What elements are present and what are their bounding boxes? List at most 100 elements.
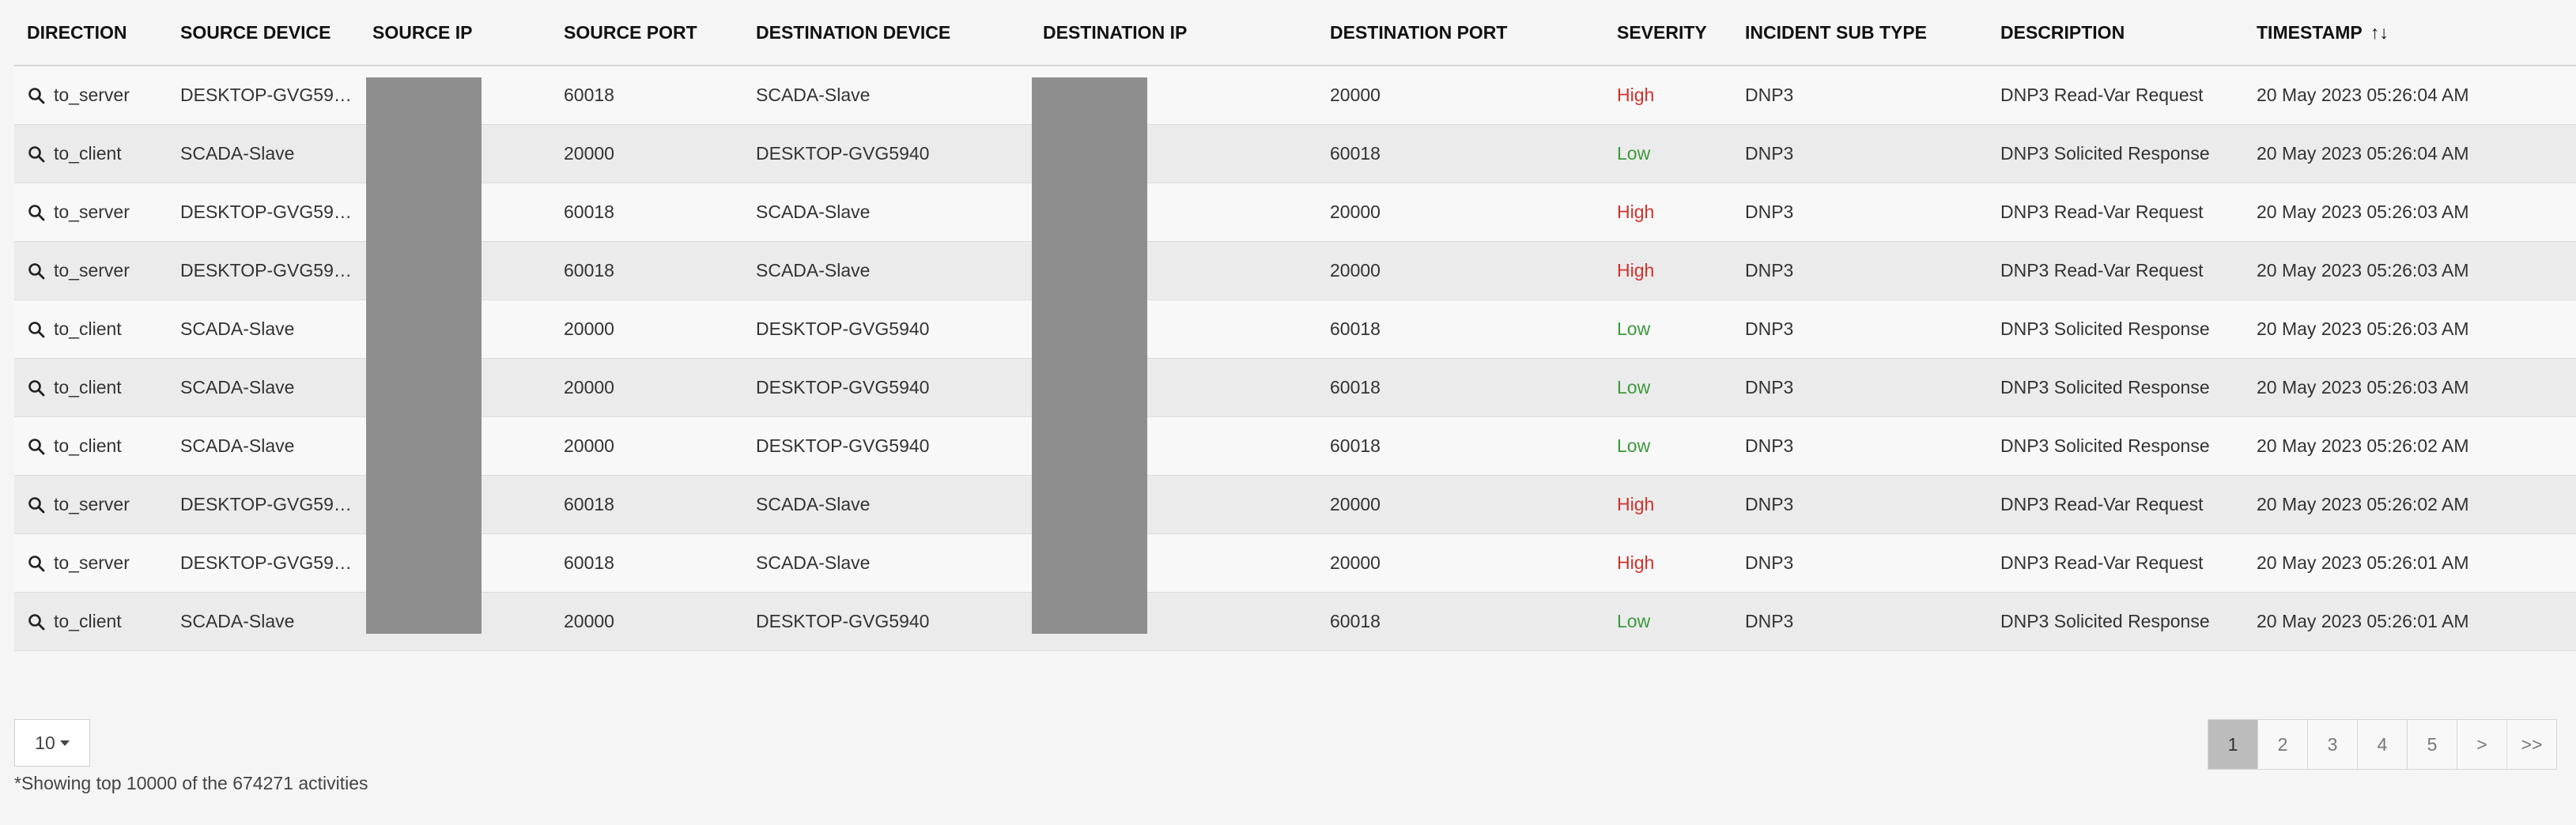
col-header-destination-port[interactable]: DESTINATION PORT [1317,0,1604,66]
cell-timestamp: 20 May 2023 05:26:03 AM [2244,241,2576,300]
cell-source-port: 60018 [551,241,743,300]
direction-label: to_server [54,260,130,281]
page-size-select[interactable]: 10 [14,719,90,767]
cell-incident-sub-type: DNP3 [1732,66,1988,125]
col-header-source-device[interactable]: SOURCE DEVICE [168,0,360,66]
cell-destination-port: 60018 [1317,592,1604,651]
cell-severity: Low [1604,358,1732,417]
cell-incident-sub-type: DNP3 [1732,475,1988,534]
cell-severity: Low [1604,299,1732,359]
search-icon[interactable] [27,145,46,164]
search-icon[interactable] [27,379,46,397]
col-header-timestamp[interactable]: TIMESTAMP ↑↓ [2244,0,2576,66]
cell-timestamp: 20 May 2023 05:26:02 AM [2244,475,2576,534]
search-icon[interactable] [27,203,46,222]
direction-label: to_client [54,377,122,397]
col-header-source-ip[interactable]: SOURCE IP [360,0,551,66]
pagination: 1 2 3 4 5 > >> [2208,719,2557,770]
search-icon[interactable] [27,86,46,105]
cell-source-port: 20000 [551,592,743,651]
search-icon[interactable] [27,554,46,573]
cell-timestamp: 20 May 2023 05:26:01 AM [2244,533,2576,593]
table-header-row: DIRECTION SOURCE DEVICE SOURCE IP SOURCE… [14,0,2576,66]
search-icon[interactable] [27,262,46,281]
col-header-destination-device[interactable]: DESTINATION DEVICE [743,0,1030,66]
cell-direction: to_client [14,416,168,476]
cell-source-device: DESKTOP-GVG59… [168,183,360,242]
cell-incident-sub-type: DNP3 [1732,592,1988,651]
cell-destination-port: 60018 [1317,124,1604,183]
cell-source-device: SCADA-Slave [168,416,360,476]
cell-timestamp: 20 May 2023 05:26:04 AM [2244,124,2576,183]
cell-destination-device: DESKTOP-GVG5940 [743,299,1030,359]
caret-down-icon [59,740,70,746]
search-icon[interactable] [27,495,46,514]
cell-source-port: 60018 [551,475,743,534]
direction-label: to_client [54,611,122,631]
cell-source-device: DESKTOP-GVG59… [168,66,360,125]
page-button-3[interactable]: 3 [2307,719,2358,770]
direction-label: to_server [54,202,130,222]
col-header-description[interactable]: DESCRIPTION [1988,0,2244,66]
page-button-5[interactable]: 5 [2407,719,2457,770]
col-header-destination-ip[interactable]: DESTINATION IP [1030,0,1317,66]
cell-source-port: 60018 [551,66,743,125]
cell-source-port: 20000 [551,416,743,476]
col-header-direction[interactable]: DIRECTION [14,0,168,66]
cell-source-device: SCADA-Slave [168,124,360,183]
cell-direction: to_client [14,592,168,651]
cell-timestamp: 20 May 2023 05:26:01 AM [2244,592,2576,651]
direction-label: to_server [54,552,130,573]
search-icon[interactable] [27,320,46,339]
cell-destination-port: 60018 [1317,416,1604,476]
col-header-source-port[interactable]: SOURCE PORT [551,0,743,66]
page-button-4[interactable]: 4 [2357,719,2408,770]
timestamp-header-label: TIMESTAMP [2257,21,2363,43]
cell-severity: Low [1604,592,1732,651]
cell-direction: to_client [14,299,168,359]
page-button-1[interactable]: 1 [2208,719,2258,770]
cell-timestamp: 20 May 2023 05:26:03 AM [2244,183,2576,242]
cell-severity: Low [1604,416,1732,476]
cell-destination-port: 20000 [1317,475,1604,534]
page-button-2[interactable]: 2 [2257,719,2308,770]
search-icon[interactable] [27,612,46,631]
direction-label: to_server [54,494,130,514]
cell-incident-sub-type: DNP3 [1732,358,1988,417]
cell-destination-device: DESKTOP-GVG5940 [743,358,1030,417]
cell-incident-sub-type: DNP3 [1732,241,1988,300]
cell-destination-device: SCADA-Slave [743,475,1030,534]
cell-description: DNP3 Solicited Response [1988,358,2244,417]
direction-label: to_client [54,143,122,164]
cell-destination-device: SCADA-Slave [743,533,1030,593]
cell-incident-sub-type: DNP3 [1732,533,1988,593]
col-header-severity[interactable]: SEVERITY [1604,0,1732,66]
last-page-button[interactable]: >> [2506,719,2557,770]
cell-direction: to_server [14,183,168,242]
cell-timestamp: 20 May 2023 05:26:04 AM [2244,66,2576,125]
cell-source-port: 20000 [551,358,743,417]
cell-source-device: DESKTOP-GVG59… [168,533,360,593]
direction-label: to_server [54,85,130,105]
cell-direction: to_client [14,124,168,183]
sort-icon[interactable]: ↑↓ [2370,22,2389,43]
cell-source-port: 60018 [551,533,743,593]
cell-description: DNP3 Read-Var Request [1988,533,2244,593]
next-page-button[interactable]: > [2457,719,2507,770]
search-icon[interactable] [27,437,46,456]
cell-destination-device: DESKTOP-GVG5940 [743,416,1030,476]
results-footnote: *Showing top 10000 of the 674271 activit… [14,773,368,793]
cell-destination-device: SCADA-Slave [743,241,1030,300]
cell-direction: to_server [14,241,168,300]
cell-destination-port: 20000 [1317,241,1604,300]
cell-severity: High [1604,241,1732,300]
col-header-incident-sub-type[interactable]: INCIDENT SUB TYPE [1732,0,1988,66]
cell-destination-device: DESKTOP-GVG5940 [743,124,1030,183]
cell-incident-sub-type: DNP3 [1732,416,1988,476]
cell-incident-sub-type: DNP3 [1732,183,1988,242]
cell-direction: to_server [14,475,168,534]
source-ip-redaction [366,77,482,634]
cell-source-device: DESKTOP-GVG59… [168,241,360,300]
cell-description: DNP3 Solicited Response [1988,124,2244,183]
cell-source-device: SCADA-Slave [168,299,360,359]
